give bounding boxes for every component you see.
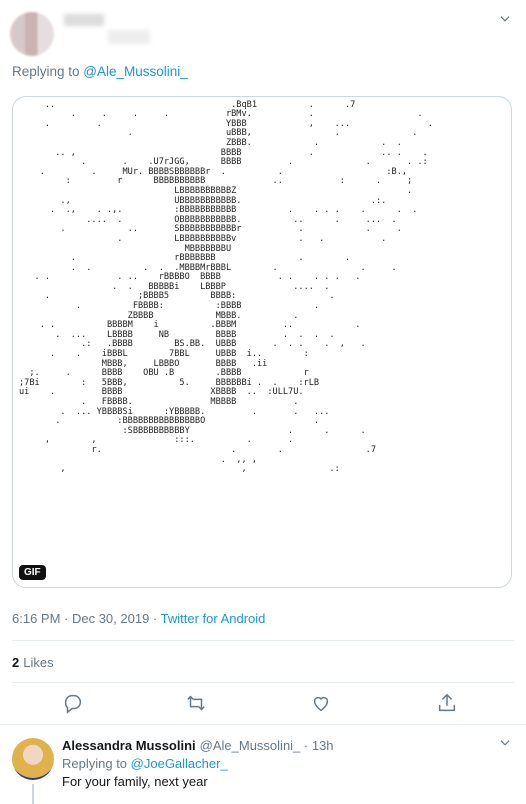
likes-count[interactable]: 2 Likes — [12, 655, 54, 670]
replying-prefix: Replying to — [12, 64, 84, 79]
timestamp[interactable]: 6:16 PM · Dec 30, 2019 · — [12, 611, 161, 626]
reply-tweet[interactable]: Alessandra Mussolini @Ale_Mussolini_ · 13… — [0, 726, 526, 804]
reply-replying-to: Replying to @JoeGallacher_ — [62, 756, 228, 771]
tweet-header — [0, 0, 526, 60]
author-avatar-blurred[interactable] — [10, 12, 54, 56]
author-name-blurred[interactable] — [64, 14, 104, 26]
replying-to-link[interactable]: @Ale_Mussolini_ — [83, 64, 188, 79]
ascii-art-gif: . . NBBBr .. .BqB1 . .7 . . . . rBMv. — [19, 97, 433, 475]
reply-header: Alessandra Mussolini @Ale_Mussolini_ · 13… — [62, 738, 334, 753]
like-icon[interactable] — [310, 692, 332, 714]
author-handle-blurred — [108, 30, 150, 44]
retweet-icon[interactable] — [185, 692, 207, 714]
chevron-down-icon[interactable] — [498, 736, 512, 750]
tweet-meta: 6:16 PM · Dec 30, 2019 · Twitter for And… — [12, 611, 265, 626]
reply-text: For your family, next year — [62, 774, 208, 789]
avatar[interactable] — [12, 738, 54, 780]
likes-number: 2 — [12, 655, 20, 670]
reply-author-name[interactable]: Alessandra Mussolini — [62, 738, 196, 753]
reply-handle-time[interactable]: @Ale_Mussolini_ · 13h — [200, 738, 334, 753]
reply-replying-prefix: Replying to — [62, 756, 131, 771]
replying-to: Replying to @Ale_Mussolini_ — [12, 64, 188, 79]
divider — [12, 640, 514, 641]
chevron-down-icon[interactable] — [498, 12, 512, 26]
gif-badge: GIF — [19, 565, 46, 580]
thread-line — [32, 784, 34, 804]
share-icon[interactable] — [436, 692, 458, 714]
reply-icon[interactable] — [62, 692, 84, 714]
divider — [12, 682, 514, 683]
likes-label: Likes — [23, 655, 54, 670]
source-link[interactable]: Twitter for Android — [161, 611, 266, 626]
gif-media[interactable]: . . NBBBr .. .BqB1 . .7 . . . . rBMv. — [12, 96, 512, 588]
reply-replying-link[interactable]: @JoeGallacher_ — [131, 756, 228, 771]
tweet-actions — [0, 692, 526, 718]
divider — [0, 724, 526, 725]
